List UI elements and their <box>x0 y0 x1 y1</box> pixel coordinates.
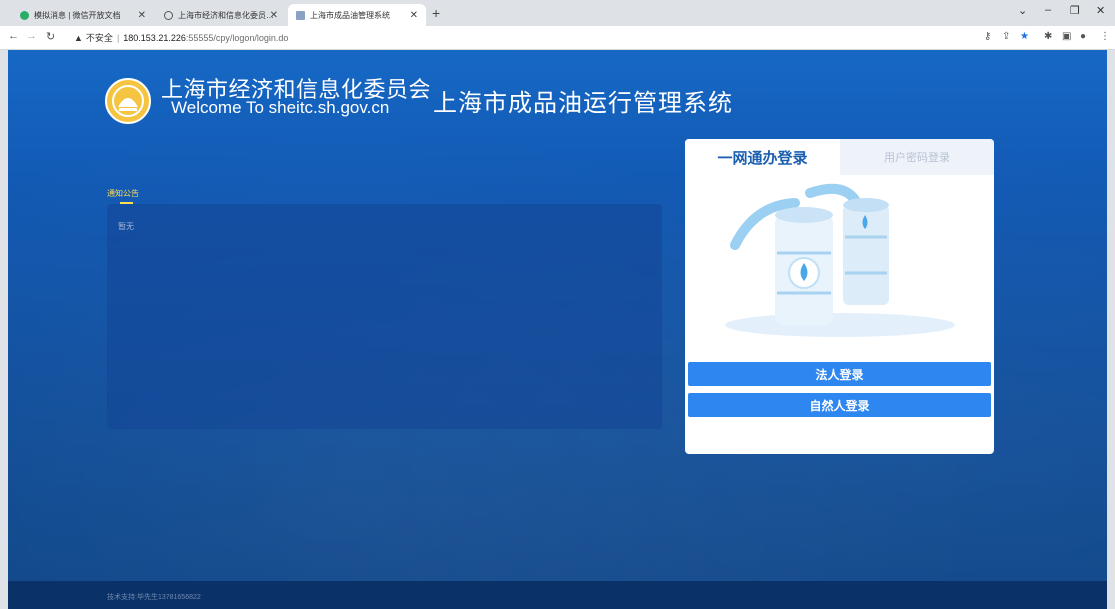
system-title: 上海市成品油运行管理系统 <box>433 90 733 117</box>
notice-tab[interactable]: 通知公告 <box>107 188 139 199</box>
profile-icon[interactable]: ● <box>1080 31 1086 42</box>
browser-tab-current[interactable]: 上海市成品油管理系统 ✕ <box>288 4 426 26</box>
oil-barrel-illustration <box>725 183 955 337</box>
page-favicon-icon <box>296 10 305 20</box>
natural-person-login-button[interactable]: 自然人登录 <box>688 393 991 417</box>
address-bar-row: ← → ↻ ▲ 不安全 | 180.153.21.226 :55555/cpy/… <box>0 26 1115 50</box>
tab-search-icon[interactable]: ⌄ <box>1018 4 1027 17</box>
notice-empty-text: 暂无 <box>118 222 134 231</box>
url-field[interactable]: ▲ 不安全 | 180.153.21.226 :55555/cpy/logon/… <box>74 31 288 44</box>
legal-person-login-button[interactable]: 法人登录 <box>688 362 991 386</box>
tab-password-login[interactable]: 用户密码登录 <box>840 139 994 175</box>
url-divider: | <box>116 32 120 43</box>
close-tab-icon[interactable]: ✕ <box>410 10 418 21</box>
forward-icon[interactable]: → <box>26 30 37 42</box>
menu-icon[interactable]: ⋮ <box>1100 31 1110 42</box>
bookmark-star-icon[interactable]: ★ <box>1020 31 1029 42</box>
close-tab-icon[interactable]: ✕ <box>270 10 278 21</box>
notice-panel: 暂无 <box>107 204 662 429</box>
login-page: 上海市经济和信息化委员会 Welcome To sheitc.sh.gov.cn… <box>8 50 1107 609</box>
security-label: 不安全 <box>85 33 113 43</box>
extensions-icon[interactable]: ✱ <box>1044 31 1052 42</box>
wechat-icon <box>20 10 29 20</box>
close-window-icon[interactable]: ✕ <box>1096 4 1105 17</box>
footer: 技术支持:毕先生13781656822 <box>8 581 1107 609</box>
minimize-icon[interactable]: – <box>1045 4 1051 16</box>
browser-tab-strip: 模拟消息 | 微信开放文档 ✕ 上海市经济和信息化委员会-行业 ✕ 上海市成品油… <box>0 0 1115 26</box>
globe-icon <box>164 10 173 20</box>
browser-tab-wechat-docs[interactable]: 模拟消息 | 微信开放文档 ✕ <box>12 4 154 26</box>
browser-tab-title: 模拟消息 | 微信开放文档 <box>34 10 121 20</box>
close-tab-icon[interactable]: ✕ <box>138 10 146 21</box>
back-icon[interactable]: ← <box>8 30 19 42</box>
warning-icon: ▲ <box>74 32 83 43</box>
reload-icon[interactable]: ↻ <box>46 30 55 43</box>
url-host: 180.153.21.226 <box>123 32 186 43</box>
tech-support-text: 技术支持:毕先生13781656822 <box>107 594 201 601</box>
tab-one-network-login[interactable]: 一网通办登录 <box>685 139 840 175</box>
sidebar-icon[interactable]: ▣ <box>1062 31 1071 42</box>
new-tab-button[interactable]: + <box>432 5 440 21</box>
url-path: :55555/cpy/logon/login.do <box>185 32 289 43</box>
browser-tab-title: 上海市成品油管理系统 <box>310 10 390 20</box>
share-icon[interactable]: ⇪ <box>1002 31 1010 42</box>
browser-tab-sheitc[interactable]: 上海市经济和信息化委员会-行业 ✕ <box>156 4 286 26</box>
restore-icon[interactable]: ❐ <box>1070 4 1080 17</box>
browser-tab-title: 上海市经济和信息化委员会-行业 <box>178 10 278 20</box>
login-card: 一网通办登录 用户密码登录 法人登录 自然人登录 <box>685 139 994 454</box>
key-icon[interactable]: ⚷ <box>984 31 991 42</box>
org-name-en: Welcome To sheitc.sh.gov.cn <box>171 98 390 117</box>
sheitc-emblem-icon <box>105 78 151 124</box>
